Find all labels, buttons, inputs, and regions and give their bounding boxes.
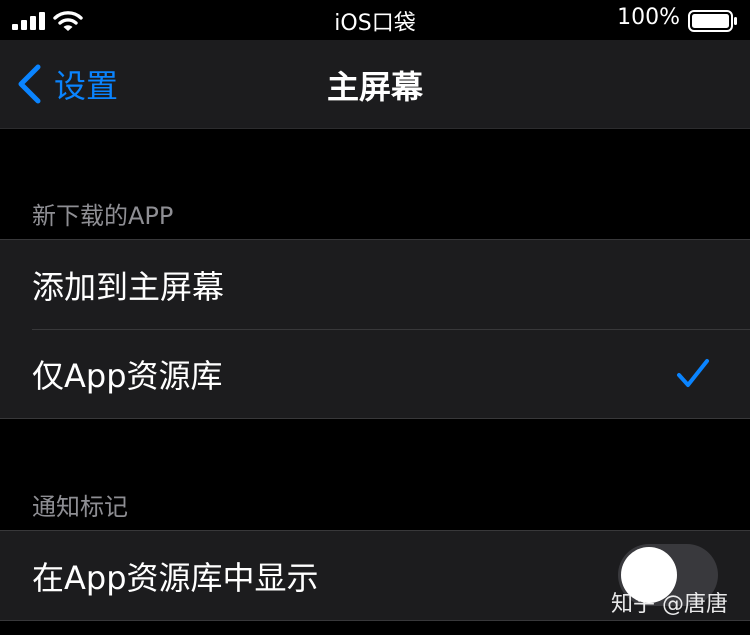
option-add-to-home-screen[interactable]: 添加到主屏幕 [0,240,750,329]
option-app-library-only[interactable]: 仅App资源库 [0,329,750,418]
option-label: 添加到主屏幕 [32,267,225,306]
new-downloads-group: 添加到主屏幕 仅App资源库 [0,239,750,419]
option-label: 在App资源库中显示 [32,558,319,597]
checkmark-icon [677,359,709,387]
section-header-notification-badges: 通知标记 [32,493,128,521]
status-bar: iOS口袋 100% [0,0,750,40]
battery-percent: 100% [617,5,680,30]
navigation-bar: 设置 主屏幕 [0,40,750,129]
section-header-new-downloads: 新下载的APP [32,202,174,230]
page-title: 主屏幕 [326,68,423,106]
battery-full-icon [688,10,737,32]
option-label: 仅App资源库 [32,356,223,395]
watermark: 知乎 @唐唐 [611,592,728,617]
